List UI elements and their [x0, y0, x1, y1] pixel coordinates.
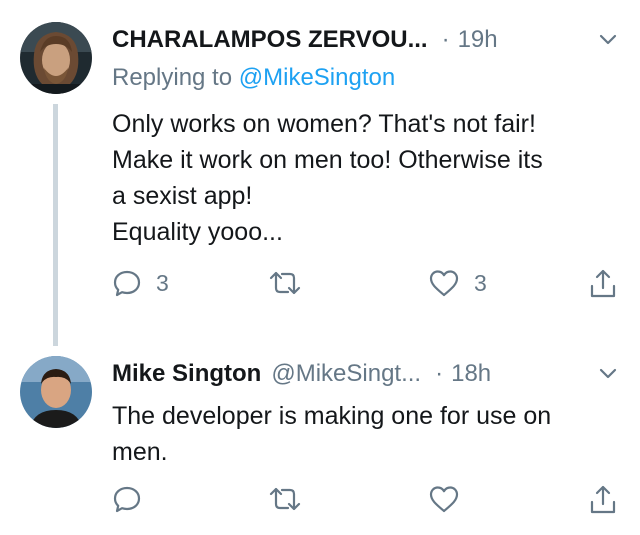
tweet-1-text: Only works on women? That's not fair! Ma…: [112, 106, 622, 250]
tweet-2-actions: [112, 484, 622, 520]
time-separator: ·: [435, 360, 444, 387]
tweet-text-line: Equality yooo...: [112, 218, 283, 246]
like-button[interactable]: 3: [428, 268, 487, 298]
display-name[interactable]: CHARALAMPOS ZERVOU...: [112, 26, 428, 54]
tweet-1-header: CHARALAMPOS ZERVOU... · 19h: [112, 22, 620, 58]
tweet-text-line: a sexist app!: [112, 182, 253, 210]
reply-icon: [112, 268, 142, 298]
retweet-icon: [268, 268, 302, 298]
retweet-button[interactable]: [268, 268, 316, 298]
tweet-1[interactable]: CHARALAMPOS ZERVOU... · 19h Replying to …: [0, 0, 640, 340]
share-button[interactable]: [588, 268, 618, 300]
replying-to-mention[interactable]: @MikeSington: [239, 64, 395, 91]
reply-button[interactable]: 3: [112, 268, 169, 298]
like-button[interactable]: [428, 484, 474, 514]
tweet-1-actions: 3 3: [112, 268, 622, 304]
username-handle[interactable]: @MikeSingt...: [271, 360, 421, 388]
reply-count: 3: [156, 269, 169, 296]
timestamp[interactable]: 18h: [451, 360, 491, 388]
replying-to: Replying to @MikeSington: [112, 64, 395, 92]
chevron-down-icon[interactable]: [596, 362, 620, 386]
like-icon: [428, 268, 460, 298]
time-separator: ·: [441, 26, 450, 53]
share-icon: [588, 484, 618, 516]
tweet-2[interactable]: Mike Sington @MikeSingt... · 18h The dev…: [0, 346, 640, 535]
tweet-text-line: Make it work on men too! Otherwise its: [112, 146, 543, 174]
tweet-2-header: Mike Sington @MikeSingt... · 18h: [112, 356, 620, 392]
avatar-mike-sington[interactable]: [20, 356, 92, 428]
timestamp[interactable]: 19h: [458, 26, 498, 54]
tweet-text-line: men.: [112, 438, 168, 466]
share-button[interactable]: [588, 484, 618, 516]
reply-button[interactable]: [112, 484, 156, 514]
display-name[interactable]: Mike Sington: [112, 360, 261, 388]
reply-icon: [112, 484, 142, 514]
tweet-2-text: The developer is making one for use on m…: [112, 398, 622, 470]
chevron-down-icon[interactable]: [596, 28, 620, 52]
like-count: 3: [474, 269, 487, 296]
share-icon: [588, 268, 618, 300]
retweet-icon: [268, 484, 302, 514]
replying-to-label: Replying to: [112, 64, 233, 91]
tweet-text-line: The developer is making one for use on: [112, 402, 552, 430]
tweet-text-line: Only works on women? That's not fair!: [112, 110, 536, 138]
avatar-charalampos[interactable]: [20, 22, 92, 94]
retweet-button[interactable]: [268, 484, 316, 514]
like-icon: [428, 484, 460, 514]
